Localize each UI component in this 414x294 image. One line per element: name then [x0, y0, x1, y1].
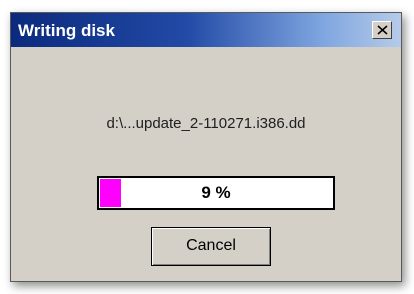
writing-disk-dialog: Writing disk d:\...update_2-110271.i386.… [10, 12, 402, 282]
window-title: Writing disk [18, 21, 115, 40]
title-bar[interactable]: Writing disk [11, 13, 401, 47]
progress-bar: 9 % [97, 176, 335, 210]
progress-percent-label: 9 % [201, 183, 231, 202]
cancel-button[interactable]: Cancel [151, 227, 271, 266]
file-path-label: d:\...update_2-110271.i386.dd [106, 115, 306, 132]
close-button[interactable] [372, 21, 392, 39]
close-icon [377, 25, 388, 35]
